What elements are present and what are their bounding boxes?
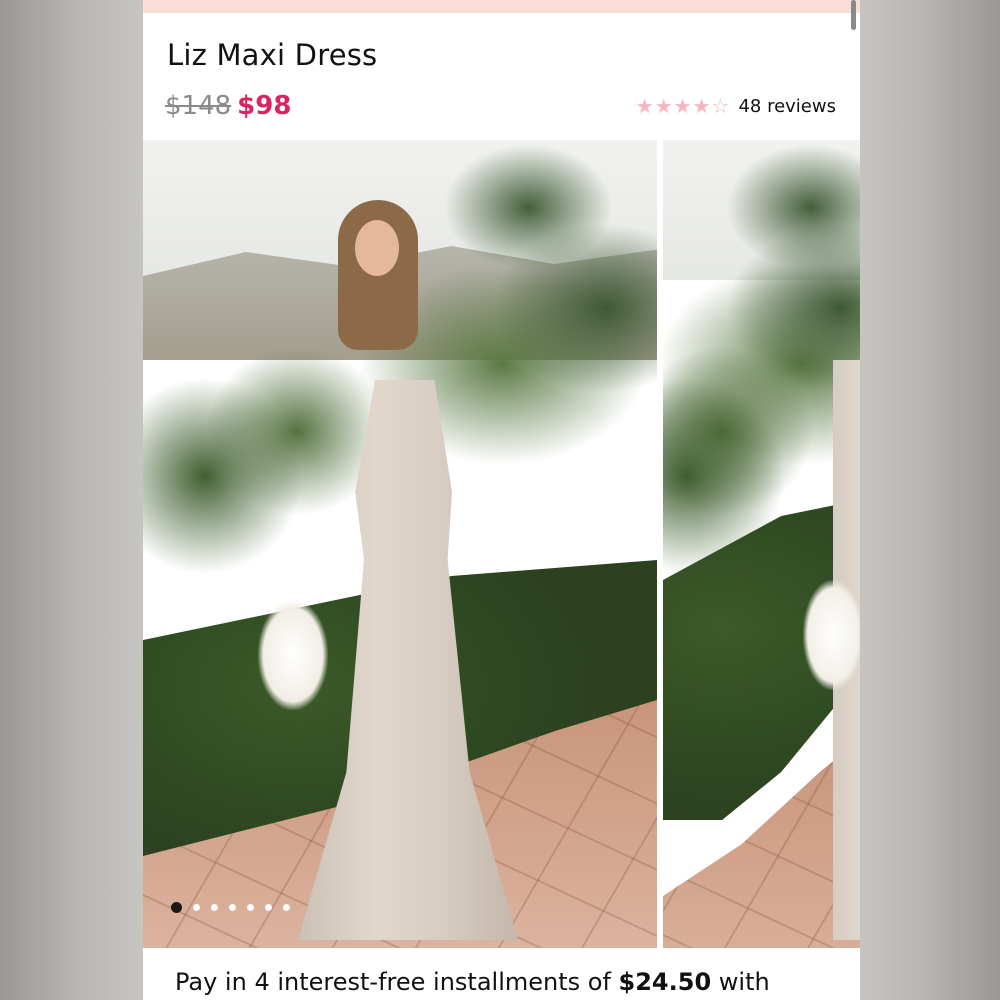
star-rating: ★ ★ ★ ★ ☆	[636, 94, 731, 118]
star-filled-icon: ★	[654, 94, 673, 118]
star-filled-icon: ★	[673, 94, 692, 118]
star-empty-icon: ☆	[711, 94, 730, 118]
installments-info: Pay in 4 interest-free installments of $…	[175, 968, 770, 996]
star-filled-icon: ★	[692, 94, 711, 118]
price-row: $148 $98	[165, 88, 291, 124]
rating-summary[interactable]: ★ ★ ★ ★ ☆ 48 reviews	[636, 90, 836, 122]
carousel-dot[interactable]	[283, 904, 290, 911]
carousel-dot[interactable]	[193, 904, 200, 911]
carousel-dot[interactable]	[229, 904, 236, 911]
model-figure	[258, 200, 518, 940]
carousel-dot[interactable]	[211, 904, 218, 911]
carousel-dot[interactable]	[247, 904, 254, 911]
installments-suffix: with	[718, 968, 770, 996]
installment-amount: $24.50	[618, 968, 712, 996]
reviews-link[interactable]: 48 reviews	[738, 96, 836, 117]
sale-price: $98	[237, 91, 292, 121]
image-carousel[interactable]	[143, 140, 860, 948]
product-image-main[interactable]	[143, 140, 657, 948]
original-price: $148	[165, 91, 232, 121]
bouquet	[258, 600, 328, 710]
promo-banner[interactable]	[143, 0, 860, 13]
product-page: Liz Maxi Dress $148 $98 ★ ★ ★ ★ ☆ 48 rev…	[143, 0, 860, 1000]
installments-text: Pay in 4 interest-free installments of	[175, 968, 611, 996]
scrollbar[interactable]	[851, 0, 856, 30]
product-image-next[interactable]	[663, 140, 860, 948]
star-filled-icon: ★	[635, 94, 654, 118]
dress	[298, 380, 518, 940]
carousel-dot[interactable]	[265, 904, 272, 911]
product-title: Liz Maxi Dress	[167, 38, 378, 72]
bouquet	[803, 580, 860, 690]
carousel-dot-active[interactable]	[171, 902, 182, 913]
carousel-dots[interactable]	[171, 902, 301, 913]
